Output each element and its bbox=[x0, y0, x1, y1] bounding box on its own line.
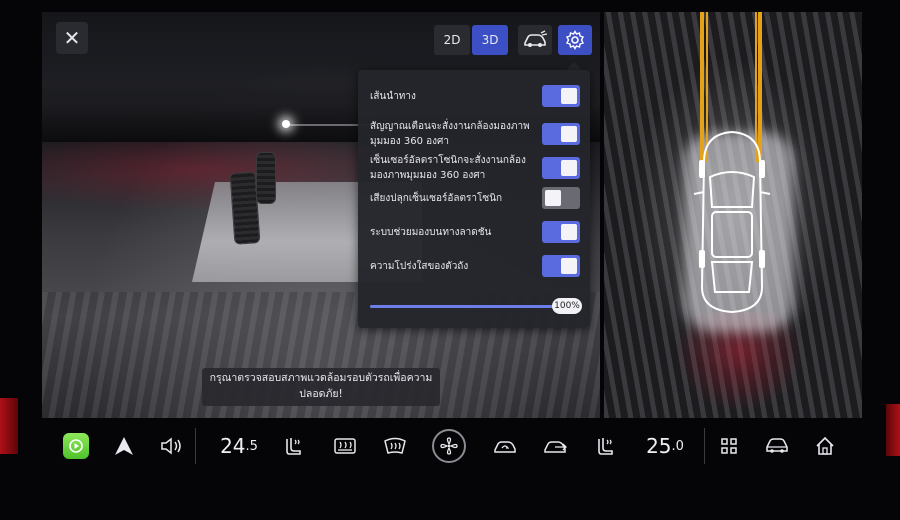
car-wheels bbox=[699, 160, 765, 268]
gear-icon bbox=[566, 30, 584, 50]
front-defrost-button[interactable] bbox=[378, 424, 412, 468]
divider bbox=[704, 428, 705, 464]
close-icon: ✕ bbox=[63, 26, 81, 50]
front-defrost-icon bbox=[384, 437, 406, 454]
volume-button[interactable] bbox=[154, 424, 190, 468]
temp-decimal: .5 bbox=[245, 438, 258, 454]
setting-label: เส้นนำทาง bbox=[370, 90, 416, 102]
mode-3d-button[interactable]: 3D bbox=[472, 25, 508, 55]
android-auto-button[interactable] bbox=[108, 424, 140, 468]
bev-overlay bbox=[693, 12, 771, 314]
slider-fill bbox=[370, 305, 578, 308]
tire-object bbox=[256, 152, 276, 204]
car-view-button[interactable] bbox=[518, 25, 552, 55]
setting-row-guide-lines: เส้นนำทาง bbox=[370, 85, 580, 107]
driver-temperature[interactable]: 24.5 bbox=[214, 424, 264, 468]
body-transparency-toggle[interactable] bbox=[542, 255, 580, 277]
fresh-air-icon bbox=[544, 441, 567, 453]
setting-row-body-transparency: ความโปร่งใสของตัวถัง bbox=[370, 255, 580, 277]
setting-label: สัญญาณเตือนจะสั่งงานกล้องมองภาพมุมมอง 36… bbox=[370, 121, 530, 147]
view-mode-switch: 2D 3D bbox=[434, 25, 508, 55]
carplay-button[interactable] bbox=[60, 424, 92, 468]
seat-heat-left-button[interactable] bbox=[278, 424, 310, 468]
close-button[interactable]: ✕ bbox=[56, 22, 88, 54]
rear-defrost-icon bbox=[334, 438, 356, 454]
air-recirculation-icon bbox=[494, 441, 516, 453]
panel-pointer bbox=[566, 62, 582, 70]
setting-row-hill-assist: ระบบช่วยมองบนทางลาดชัน bbox=[370, 221, 580, 243]
setting-row-ultrasonic-activate: เซ็นเซอร์อัลตราโซนิกจะสั่งงานกล้องมองภาพ… bbox=[370, 153, 580, 183]
divider bbox=[195, 428, 196, 464]
hill-view-assist-toggle[interactable] bbox=[542, 221, 580, 243]
slider-value-badge[interactable]: 100% bbox=[552, 298, 582, 314]
toast-message: กรุณาตรวจสอบสภาพแวดล้อมรอบตัวรถเพื่อความ… bbox=[209, 372, 433, 400]
rear-defrost-button[interactable] bbox=[328, 424, 362, 468]
home-button[interactable] bbox=[810, 424, 840, 468]
fan-icon bbox=[432, 429, 466, 463]
signal-activate-toggle[interactable] bbox=[542, 123, 580, 145]
car-icon bbox=[766, 438, 788, 453]
car-view-icon bbox=[524, 30, 548, 47]
mode-2d-button[interactable]: 2D bbox=[434, 25, 470, 55]
setting-label: เซ็นเซอร์อัลตราโซนิกจะสั่งงานกล้องมองภาพ… bbox=[370, 155, 526, 181]
home-icon bbox=[816, 436, 834, 455]
birds-eye-view bbox=[604, 12, 862, 418]
bottom-control-bar: 24.5 25 .0 bbox=[42, 424, 862, 468]
guide-lines-toggle[interactable] bbox=[542, 85, 580, 107]
android-auto-icon bbox=[115, 437, 133, 455]
recirculation-button[interactable] bbox=[488, 424, 522, 468]
volume-icon bbox=[161, 437, 181, 455]
setting-row-signal-activate: สัญญาณเตือนจะสั่งงานกล้องมองภาพมุมมอง 36… bbox=[370, 119, 580, 149]
transparency-slider[interactable]: 100% bbox=[370, 298, 582, 314]
passenger-temperature[interactable]: 25.0 bbox=[640, 424, 690, 468]
camera-light-source bbox=[282, 120, 290, 128]
camera-settings-panel: เส้นนำทาง สัญญาณเตือนจะสั่งงานกล้องมองภา… bbox=[358, 70, 590, 328]
temp-whole: 24 bbox=[220, 434, 246, 458]
ultrasonic-alarm-toggle[interactable] bbox=[542, 187, 580, 209]
vehicle-button[interactable] bbox=[760, 424, 794, 468]
safety-warning-toast: กรุณาตรวจสอบสภาพแวดล้อมรอบตัวรถเพื่อความ… bbox=[202, 368, 440, 406]
ultrasonic-activate-toggle[interactable] bbox=[542, 157, 580, 179]
temp-whole: 25 bbox=[646, 434, 672, 458]
setting-row-ultrasonic-alarm: เสียงปลุกเซ็นเซอร์อัลตราโซนิก bbox=[370, 187, 580, 209]
seat-heat-icon bbox=[286, 438, 301, 455]
seat-heat-icon bbox=[598, 438, 613, 455]
seat-heat-right-button[interactable] bbox=[590, 424, 622, 468]
carplay-icon bbox=[63, 433, 89, 459]
fan-button[interactable] bbox=[432, 424, 466, 468]
temp-decimal: .0 bbox=[671, 438, 684, 454]
ambient-light-left bbox=[0, 398, 18, 454]
grid-icon bbox=[721, 438, 737, 454]
ambient-light-right bbox=[886, 404, 900, 456]
setting-label: เสียงปลุกเซ็นเซอร์อัลตราโซนิก bbox=[370, 192, 503, 204]
setting-label: ระบบช่วยมองบนทางลาดชัน bbox=[370, 226, 492, 238]
settings-button[interactable] bbox=[558, 25, 592, 55]
fresh-air-button[interactable] bbox=[538, 424, 572, 468]
setting-label: ความโปร่งใสของตัวถัง bbox=[370, 260, 469, 272]
apps-button[interactable] bbox=[714, 424, 744, 468]
